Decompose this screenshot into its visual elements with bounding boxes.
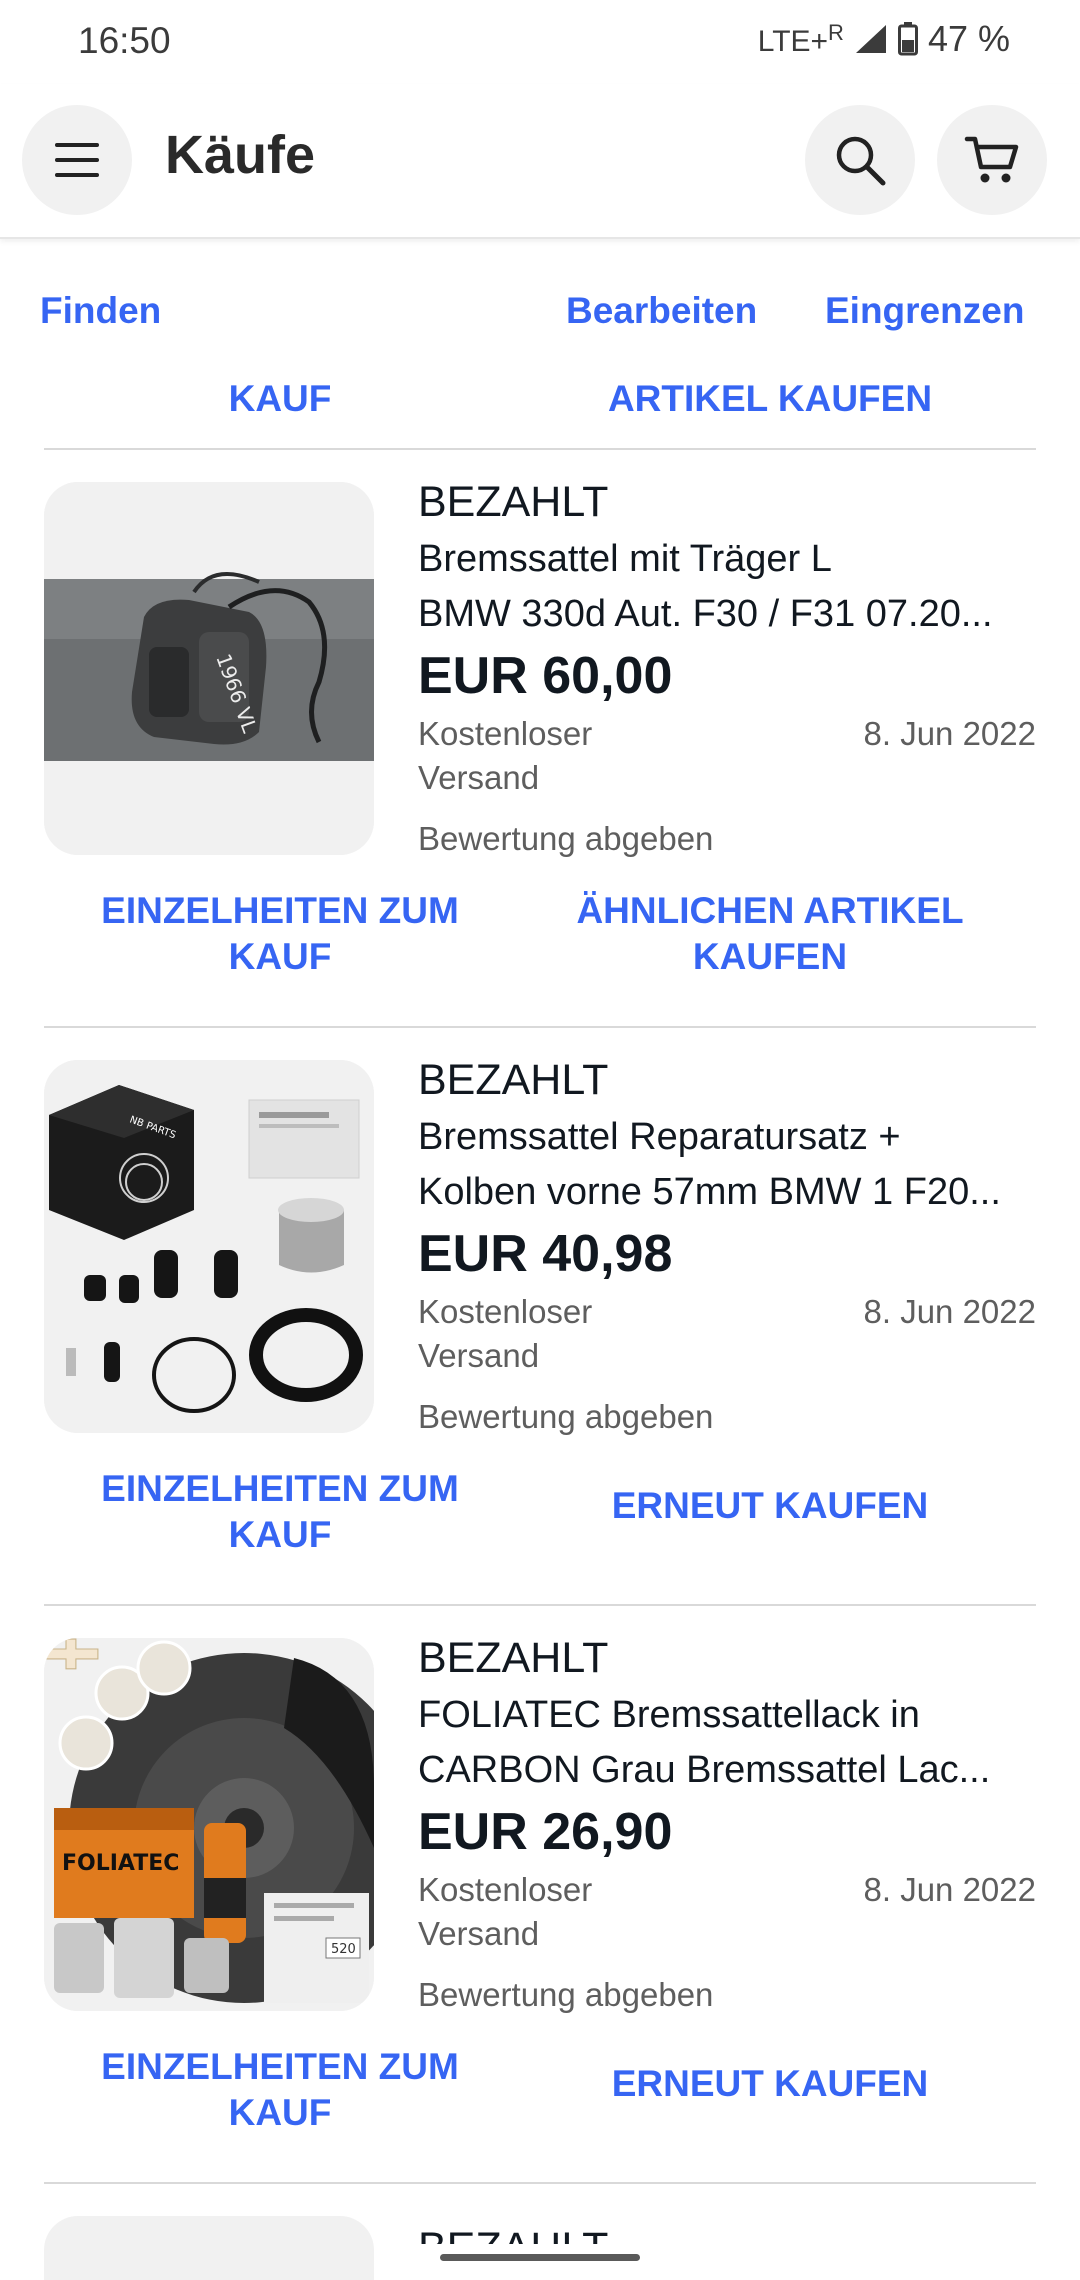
search-icon xyxy=(836,136,886,186)
home-indicator[interactable] xyxy=(440,2254,640,2261)
leave-feedback-link[interactable]: Bewertung abgeben xyxy=(418,1976,713,2014)
app-header: Käufe xyxy=(0,84,1080,239)
shipping-info: Kostenloser Versand xyxy=(418,1871,593,1952)
previous-item-actions: KAUF ARTIKEL KAUFEN xyxy=(0,378,1080,448)
item-price: EUR 40,98 xyxy=(418,1225,673,1283)
buy-again-button[interactable]: ERNEUT KAUFEN xyxy=(560,1483,980,1529)
item-image[interactable]: NB PARTS xyxy=(44,1060,374,1433)
order-status: BEZAHLT xyxy=(418,1634,609,1682)
leave-feedback-link[interactable]: Bewertung abgeben xyxy=(418,820,713,858)
repair-kit-photo: NB PARTS xyxy=(44,1060,374,1433)
battery-icon xyxy=(897,22,918,56)
hamburger-menu-icon xyxy=(55,143,99,177)
item-title[interactable]: FOLIATEC Bremssattellack in CARBON Grau … xyxy=(418,1688,1038,1798)
find-link[interactable]: Finden xyxy=(40,290,161,332)
divider xyxy=(44,2182,1036,2184)
order-item[interactable]: FOLIATEC 520 BEZAHLT FOLIATEC Bremssatte… xyxy=(0,1606,1080,2184)
item-image[interactable]: FOLIATEC 520 xyxy=(44,1638,374,2011)
order-date: 8. Jun 2022 xyxy=(863,1871,1036,1908)
item-title[interactable]: Bremssattel Reparatursatz + Kolben vorne… xyxy=(418,1110,1038,1220)
item-price: EUR 26,90 xyxy=(418,1803,673,1861)
order-status: BEZAHLT xyxy=(418,2218,608,2244)
brake-caliper-photo: 1966 VL xyxy=(44,482,374,855)
toolbar: Finden Bearbeiten Eingrenzen xyxy=(0,280,1080,350)
buy-similar-button[interactable]: ÄHNLICHEN ARTIKEL KAUFEN xyxy=(560,888,980,980)
item-title[interactable]: Bremssattel mit Träger L BMW 330d Aut. F… xyxy=(418,532,1038,642)
status-icons: LTE+R 47 % xyxy=(758,18,1010,60)
page-title: Käufe xyxy=(165,125,316,185)
svg-text:FOLIATEC: FOLIATEC xyxy=(62,1851,179,1876)
foliatec-paint-kit-photo: FOLIATEC 520 xyxy=(44,1638,374,2011)
item-image[interactable]: 1966 VL xyxy=(44,482,374,855)
cart-button[interactable] xyxy=(937,105,1047,215)
purchase-details-button[interactable]: KAUF xyxy=(70,378,490,420)
purchase-details-button[interactable]: EINZELHEITEN ZUM KAUF xyxy=(70,1466,490,1558)
network-type: LTE+R xyxy=(757,19,844,58)
item-price: EUR 60,00 xyxy=(418,647,673,705)
order-item[interactable]: 1966 VL BEZAHLT Bremssattel mit Träger L… xyxy=(0,450,1080,1028)
order-status: BEZAHLT xyxy=(418,1056,609,1104)
shipping-info: Kostenloser Versand xyxy=(418,715,593,796)
shipping-info: Kostenloser Versand xyxy=(418,1293,593,1374)
leave-feedback-link[interactable]: Bewertung abgeben xyxy=(418,1398,713,1436)
order-item[interactable]: NB PARTS BEZAHLT Bremssattel Reparatursa… xyxy=(0,1028,1080,1606)
purchase-details-button[interactable]: EINZELHEITEN ZUM KAUF xyxy=(70,2044,490,2136)
order-status: BEZAHLT xyxy=(418,478,609,526)
edit-link[interactable]: Bearbeiten xyxy=(566,290,757,332)
status-bar: 16:50 LTE+R 47 % xyxy=(0,0,1080,84)
menu-button[interactable] xyxy=(22,105,132,215)
order-date: 8. Jun 2022 xyxy=(863,1293,1036,1330)
search-button[interactable] xyxy=(805,105,915,215)
filter-link[interactable]: Eingrenzen xyxy=(825,290,1024,332)
status-time: 16:50 xyxy=(78,20,171,61)
cart-icon xyxy=(964,136,1019,183)
item-image[interactable] xyxy=(44,2216,374,2280)
buy-similar-button[interactable]: ARTIKEL KAUFEN xyxy=(560,378,980,420)
buy-again-button[interactable]: ERNEUT KAUFEN xyxy=(560,2061,980,2107)
purchase-details-button[interactable]: EINZELHEITEN ZUM KAUF xyxy=(70,888,490,980)
order-date: 8. Jun 2022 xyxy=(863,715,1036,752)
svg-text:520: 520 xyxy=(331,1942,356,1957)
battery-level: 47 % xyxy=(927,18,1010,59)
signal-icon xyxy=(855,25,886,53)
